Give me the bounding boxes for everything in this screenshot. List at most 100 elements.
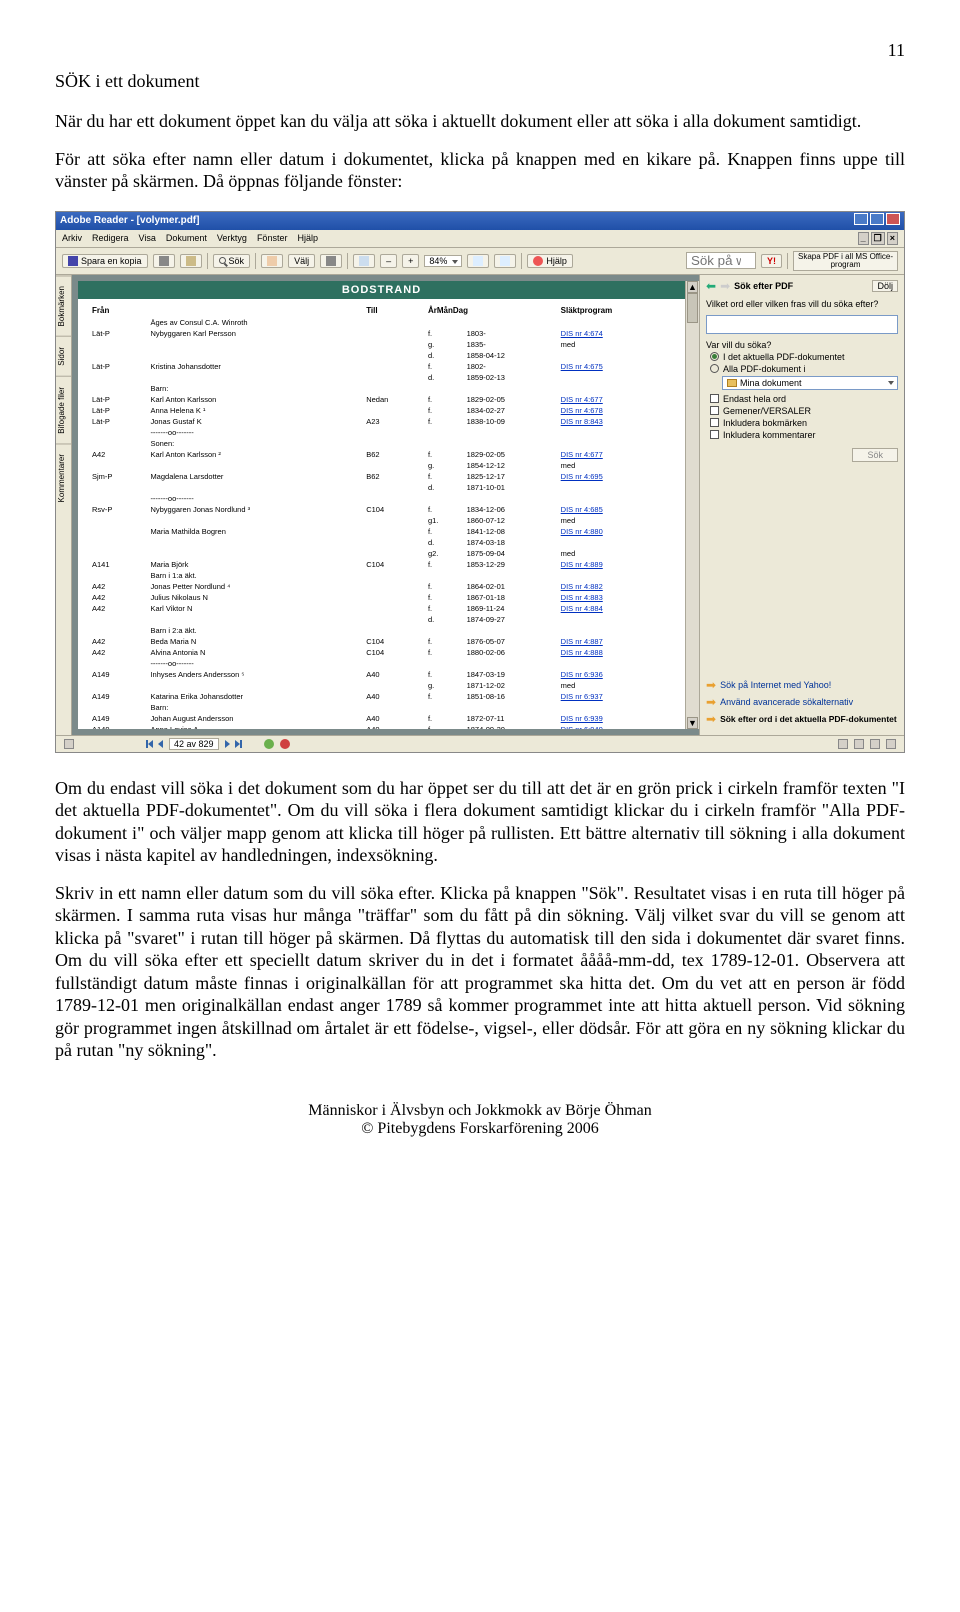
menu-redigera[interactable]: Redigera: [92, 233, 129, 243]
check-comments[interactable]: Inkludera kommentarer: [710, 430, 898, 440]
fit-width-button[interactable]: [467, 254, 489, 268]
check-whole-words[interactable]: Endast hela ord: [710, 394, 898, 404]
mail-button[interactable]: [180, 254, 202, 268]
page-counter[interactable]: 42 av 829: [169, 738, 219, 750]
page-view-icon[interactable]: [64, 739, 74, 749]
zoom-plus-button[interactable]: +: [402, 254, 419, 268]
camera-icon: [326, 256, 336, 266]
radio-current-doc[interactable]: I det aktuella PDF-dokumentet: [710, 352, 898, 362]
nav-prev-icon[interactable]: [158, 740, 163, 748]
radio-all-docs[interactable]: Alla PDF-dokument i: [710, 364, 898, 374]
col-fran: Från: [88, 305, 144, 316]
dis-link[interactable]: DIS nr 4:889: [561, 560, 603, 569]
window-title: Adobe Reader - [volymer.pdf]: [60, 215, 199, 226]
table-row: d.1871-10-01: [88, 483, 675, 492]
maximize-icon[interactable]: [870, 213, 884, 225]
menu-dokument[interactable]: Dokument: [166, 233, 207, 243]
nav-next-icon[interactable]: [225, 740, 230, 748]
menu-fonster[interactable]: Fönster: [257, 233, 288, 243]
layout-single-icon[interactable]: [838, 739, 848, 749]
dis-link[interactable]: DIS nr 6:939: [561, 714, 603, 723]
dis-link[interactable]: DIS nr 4:674: [561, 329, 603, 338]
yahoo-button[interactable]: Y!: [761, 254, 782, 268]
nav-first-icon[interactable]: [146, 740, 152, 748]
snapshot-button[interactable]: [320, 254, 342, 268]
back-view-icon[interactable]: [264, 739, 274, 749]
web-search-input[interactable]: [686, 252, 756, 269]
search-button[interactable]: Sök: [213, 254, 251, 268]
dis-link[interactable]: DIS nr 4:675: [561, 362, 603, 371]
tab-kommentarer[interactable]: Kommentarer: [56, 443, 71, 512]
toolbar: Spara en kopia Sök Välj – + 84% Hjälp Y!…: [56, 248, 904, 275]
doc-close-icon[interactable]: ×: [887, 232, 898, 245]
vertical-scrollbar[interactable]: ▲ ▼: [685, 281, 699, 729]
rotate-button[interactable]: [494, 254, 516, 268]
close-icon[interactable]: [886, 213, 900, 225]
dis-link[interactable]: DIS nr 6:937: [561, 692, 603, 701]
zoom-in-button[interactable]: [353, 254, 375, 268]
dis-link[interactable]: DIS nr 4:695: [561, 472, 603, 481]
hide-button[interactable]: Dölj: [872, 280, 898, 292]
doc-minimize-icon[interactable]: _: [858, 232, 869, 245]
create-pdf-button[interactable]: Skapa PDF i all MS Office-program: [793, 251, 898, 271]
menu-visa[interactable]: Visa: [139, 233, 156, 243]
nav-last-icon[interactable]: [236, 740, 242, 748]
scroll-down-icon[interactable]: ▼: [687, 717, 698, 729]
tab-sidor[interactable]: Sidor: [56, 336, 71, 376]
dis-link[interactable]: DIS nr 4:887: [561, 637, 603, 646]
dis-link[interactable]: DIS nr 4:882: [561, 582, 603, 591]
layout-cont-icon[interactable]: [854, 739, 864, 749]
dis-link[interactable]: DIS nr 4:685: [561, 505, 603, 514]
scroll-up-icon[interactable]: ▲: [687, 281, 698, 293]
help-icon: [533, 256, 543, 266]
help-button[interactable]: Hjälp: [527, 254, 573, 268]
dis-link[interactable]: DIS nr 4:883: [561, 593, 603, 602]
dis-link[interactable]: DIS nr 6:940: [561, 725, 603, 729]
table-row: d.1874-09-27: [88, 615, 675, 624]
dis-link[interactable]: DIS nr 4:678: [561, 406, 603, 415]
menu-verktyg[interactable]: Verktyg: [217, 233, 247, 243]
zoom-select[interactable]: 84%: [424, 255, 462, 267]
dis-link[interactable]: DIS nr 4:677: [561, 395, 603, 404]
search-input[interactable]: [706, 315, 898, 334]
link-advanced[interactable]: Använd avancerade sökalternativ: [720, 697, 853, 707]
checkbox-icon: [710, 394, 719, 403]
link-current-doc[interactable]: Sök efter ord i det aktuella PDF-dokumen…: [720, 714, 897, 724]
menu-arkiv[interactable]: Arkiv: [62, 233, 82, 243]
layout-facing-icon[interactable]: [870, 739, 880, 749]
dis-link[interactable]: DIS nr 6:936: [561, 670, 603, 679]
tab-bokmarken[interactable]: Bokmärken: [56, 275, 71, 336]
dis-link[interactable]: DIS nr 4:888: [561, 648, 603, 657]
search-pane-title: Sök efter PDF: [734, 281, 793, 291]
nav-back-icon[interactable]: ⬅: [706, 279, 716, 293]
dis-link[interactable]: DIS nr 4:677: [561, 450, 603, 459]
dis-link[interactable]: DIS nr 8:843: [561, 417, 603, 426]
hand-button[interactable]: [261, 254, 283, 268]
menu-hjalp[interactable]: Hjälp: [297, 233, 318, 243]
check-bookmarks[interactable]: Inkludera bokmärken: [710, 418, 898, 428]
doc-restore-icon[interactable]: ❐: [871, 232, 885, 245]
select-button[interactable]: Välj: [288, 254, 315, 268]
window-buttons[interactable]: [852, 213, 900, 228]
table-row: g1.1860-07-12med: [88, 516, 675, 525]
table-row: Barn:: [88, 703, 675, 712]
zoom-in-icon: [359, 256, 369, 266]
zoom-out-button[interactable]: –: [380, 254, 397, 268]
scroll-thumb[interactable]: [687, 293, 698, 323]
dis-link[interactable]: DIS nr 4:880: [561, 527, 603, 536]
dis-link[interactable]: DIS nr 4:884: [561, 604, 603, 613]
genealogy-table: Från Till ÅrMånDag Släktprogram Äges av …: [78, 299, 685, 729]
table-row: Sjm-PMagdalena LarsdotterB62f.1825-12-17…: [88, 472, 675, 481]
layout-contfacing-icon[interactable]: [886, 739, 896, 749]
fwd-view-icon[interactable]: [280, 739, 290, 749]
paragraph-4: Skriv in ett namn eller datum som du vil…: [55, 882, 905, 1062]
tab-bifogade[interactable]: Bifogade filer: [56, 376, 71, 444]
print-button[interactable]: [153, 254, 175, 268]
check-case[interactable]: Gemener/VERSALER: [710, 406, 898, 416]
save-copy-button[interactable]: Spara en kopia: [62, 254, 148, 268]
minimize-icon[interactable]: [854, 213, 868, 225]
search-go-button[interactable]: Sök: [852, 448, 898, 462]
table-row: Barn i 2:a äkt.: [88, 626, 675, 635]
folder-select[interactable]: Mina dokument: [722, 376, 898, 390]
link-yahoo-search[interactable]: Sök på Internet med Yahoo!: [720, 680, 831, 690]
